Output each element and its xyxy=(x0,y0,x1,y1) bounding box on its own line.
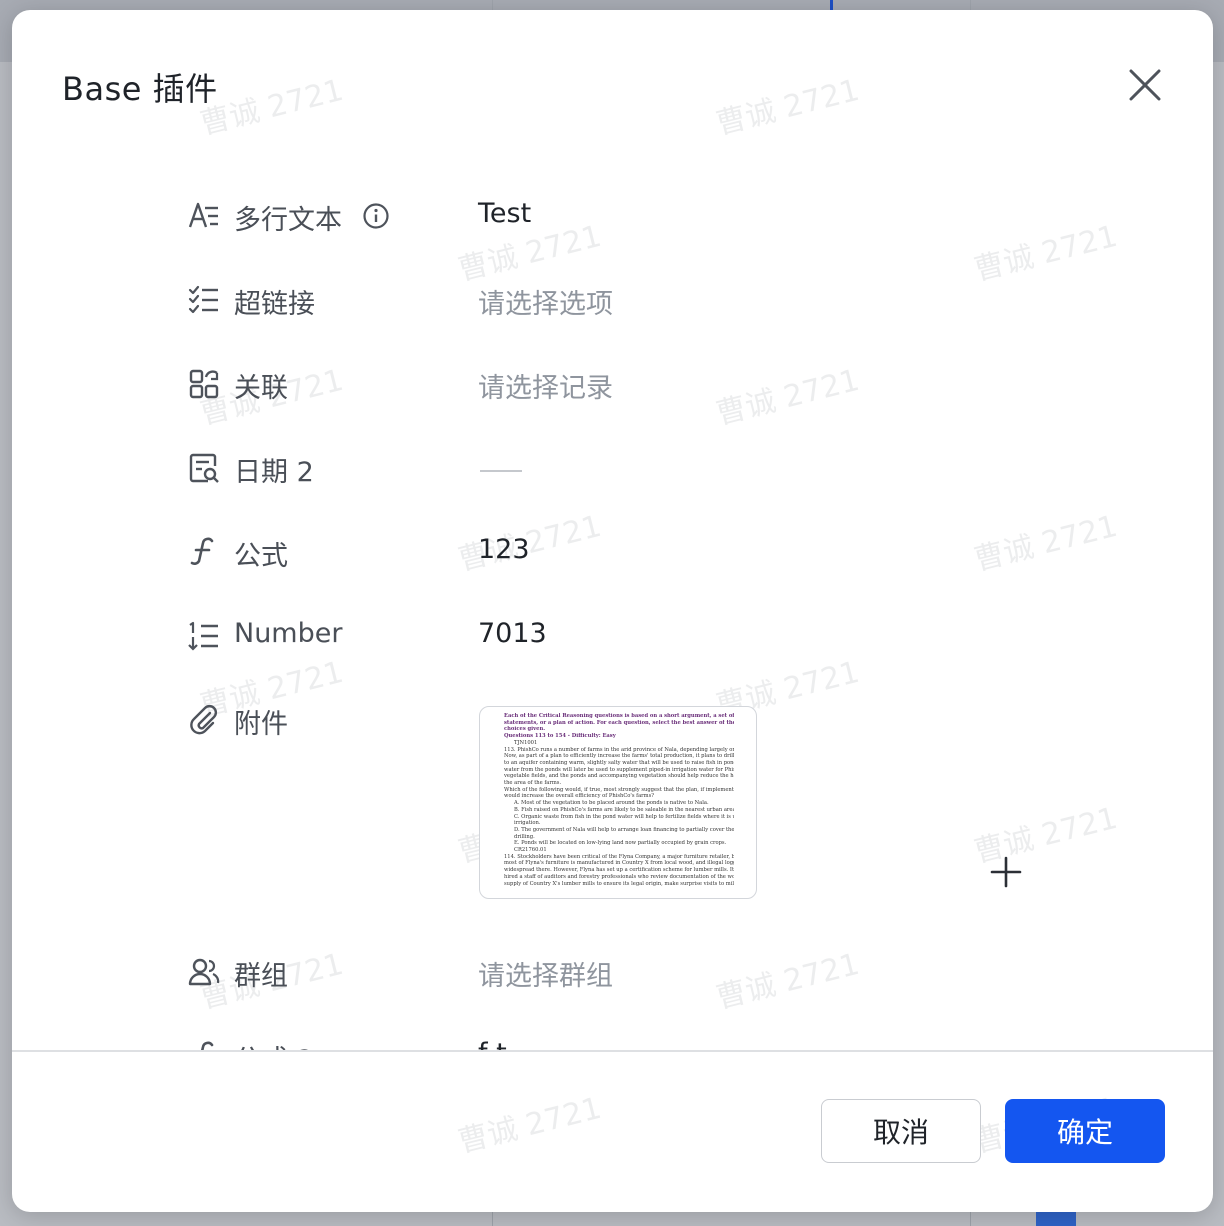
doc-line: water from the ponds will later be used … xyxy=(504,766,734,773)
field-label: 多行文本 xyxy=(234,205,342,236)
doc-line: widespread there. However, Flyna has set… xyxy=(504,867,734,874)
watermark: 曹诚 2721 xyxy=(196,72,347,143)
formula-icon xyxy=(201,1041,214,1050)
attachment-thumbnail[interactable]: Each of the Critical Reasoning questions… xyxy=(479,706,757,899)
close-icon xyxy=(1129,69,1161,101)
field-value: f t xyxy=(478,1038,507,1050)
paperclip-icon xyxy=(190,705,217,735)
doc-line: hired a staff of auditors and forestry p… xyxy=(504,873,734,880)
group-icon xyxy=(188,958,220,986)
lookup-icon xyxy=(189,453,219,483)
cancel-button[interactable]: 取消 xyxy=(821,1099,981,1163)
field-row-multiline-text: 多行文本 Test xyxy=(12,186,1213,246)
doc-line: TJN1001 xyxy=(514,739,538,746)
footer-divider xyxy=(12,1050,1213,1052)
field-row-formula-2: 公式 2 f t xyxy=(12,1026,1213,1050)
field-list: 多行文本 Test 超链接 请选择选项 关联 请选择记录 日期 2 公式 123… xyxy=(12,160,1213,1050)
doc-line: E. Ponds will be located on low-lying la… xyxy=(514,840,727,847)
dialog-title: Base 插件 xyxy=(62,70,218,108)
doc-line: 114. Stockholders have been critical of … xyxy=(504,853,734,860)
field-label: 日期 2 xyxy=(234,457,314,488)
checklist-icon xyxy=(188,285,218,314)
base-plugin-dialog: Base 插件 曹诚 2721 曹诚 2721 曹诚 2721 曹诚 2721 … xyxy=(12,10,1213,1212)
add-attachment-button[interactable] xyxy=(988,854,1024,890)
empty-value-dash xyxy=(480,470,522,472)
select-option-placeholder[interactable]: 请选择选项 xyxy=(478,282,613,321)
doc-line: would increase the overall efficiency of… xyxy=(504,793,655,800)
field-row-number: Number 7013 xyxy=(12,606,1213,666)
field-value: 123 xyxy=(478,534,530,565)
doc-line: A. Most of the vegetation to be placed a… xyxy=(514,800,709,807)
watermark: 曹诚 2721 xyxy=(454,1090,605,1161)
doc-line: B. Fish raised on PhishCo's farms are li… xyxy=(514,806,734,813)
field-row-relation: 关联 请选择记录 xyxy=(12,354,1213,414)
doc-line: Questions 113 to 154 - Difficulty: Easy xyxy=(504,733,616,740)
confirm-button[interactable]: 确定 xyxy=(1005,1099,1165,1163)
doc-line: Now, as part of a plan to efficiently in… xyxy=(504,753,734,760)
doc-line: irrigation. xyxy=(514,820,541,827)
doc-line: supply of Country X's lumber mills to en… xyxy=(504,880,734,887)
select-group-placeholder[interactable]: 请选择群组 xyxy=(478,954,613,993)
doc-line: statements, or a plan of action. For eac… xyxy=(504,719,734,726)
doc-line: most of Flyna's furniture is manufacture… xyxy=(504,860,734,867)
field-row-formula: 公式 123 xyxy=(12,522,1213,582)
doc-line: vegetable fields, and the ponds and acco… xyxy=(504,773,734,780)
doc-line: Each of the Critical Reasoning questions… xyxy=(504,713,734,719)
doc-line: CR21760.01 xyxy=(514,847,547,854)
field-label: 公式 xyxy=(234,541,288,572)
info-icon[interactable] xyxy=(362,202,390,230)
field-row-hyperlink: 超链接 请选择选项 xyxy=(12,270,1213,330)
field-label: 群组 xyxy=(234,961,288,992)
field-label: 超链接 xyxy=(234,289,315,320)
field-label: 公式 2 xyxy=(234,1038,314,1050)
doc-line: choices given. xyxy=(504,726,546,733)
number-icon xyxy=(188,621,218,651)
doc-line: 113. PhishCo runs a number of farms in t… xyxy=(504,746,734,753)
multiline-text-icon xyxy=(188,202,218,228)
link-record-icon xyxy=(189,369,219,399)
doc-line: Which of the following would, if true, m… xyxy=(504,786,734,793)
field-value[interactable]: 7013 xyxy=(478,618,547,649)
field-label: 关联 xyxy=(234,373,288,404)
doc-line: drilling. xyxy=(514,833,535,840)
field-value[interactable]: Test xyxy=(478,198,531,229)
select-record-placeholder[interactable]: 请选择记录 xyxy=(478,366,613,405)
close-button[interactable] xyxy=(1122,62,1168,108)
doc-line: the area of the farms. xyxy=(504,780,562,787)
field-label: 附件 xyxy=(234,709,288,740)
watermark: 曹诚 2721 xyxy=(712,72,863,143)
doc-line: C. Organic waste from fish in the pond w… xyxy=(514,813,734,820)
doc-line: D. The government of Nala will help to a… xyxy=(514,826,734,833)
field-row-date-2: 日期 2 xyxy=(12,438,1213,498)
doc-line: to an aquifer containing warm, slightly … xyxy=(504,759,734,766)
field-row-group: 群组 请选择群组 xyxy=(12,942,1213,1002)
field-label: Number xyxy=(234,618,343,649)
formula-icon xyxy=(190,537,214,565)
